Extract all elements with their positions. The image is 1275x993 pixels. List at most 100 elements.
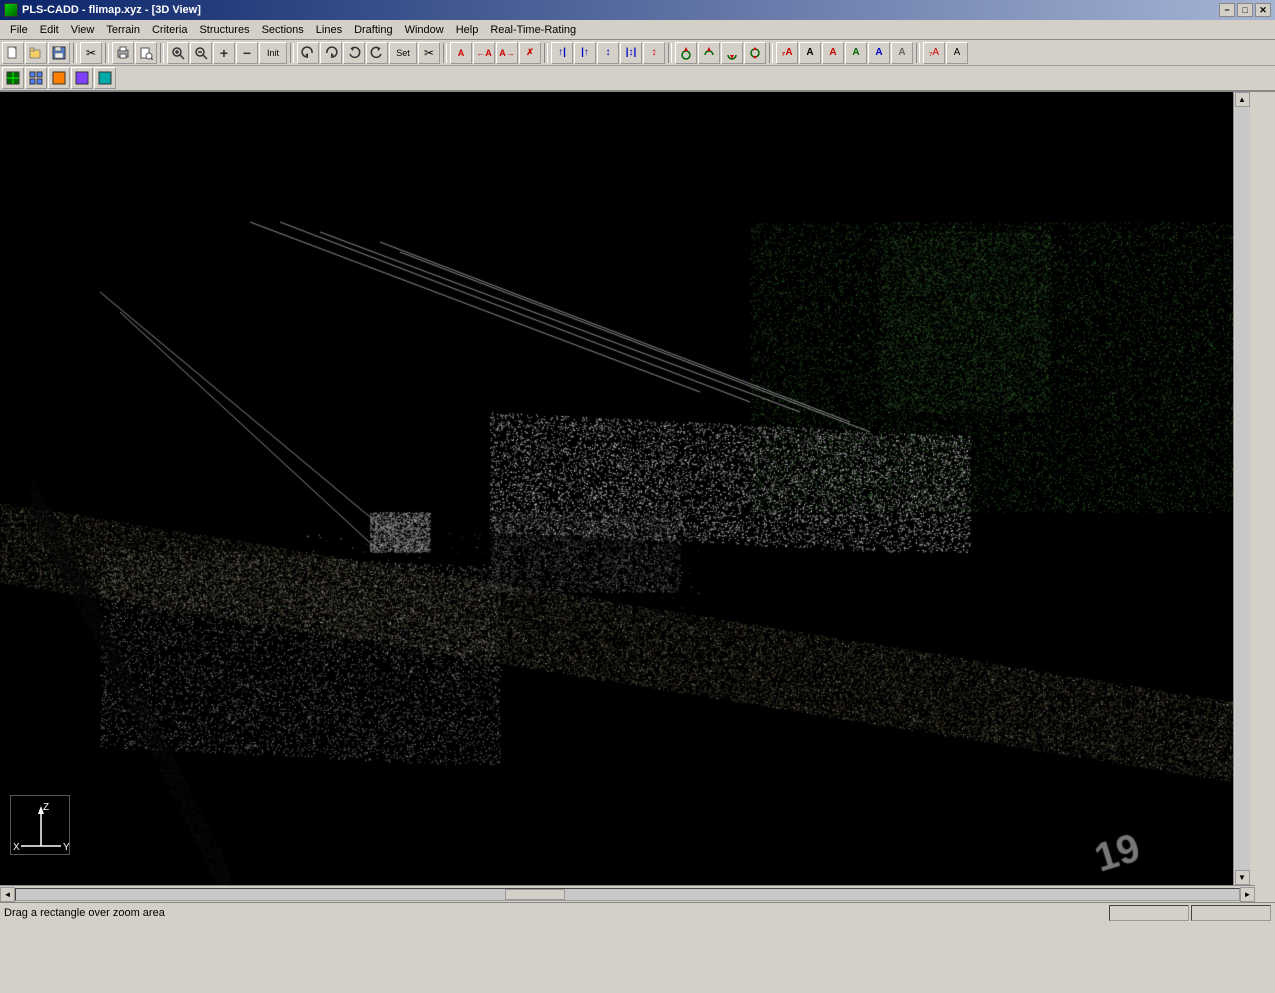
- hscroll-left-button[interactable]: ◄: [0, 887, 15, 902]
- text-tool-1[interactable]: A: [450, 42, 472, 64]
- menu-structures[interactable]: Structures: [193, 22, 255, 38]
- scissors2-icon: ✂: [424, 46, 434, 60]
- text-a4[interactable]: A: [845, 42, 867, 64]
- menu-sections[interactable]: Sections: [256, 22, 310, 38]
- rotate-ccw-button[interactable]: [366, 42, 388, 64]
- scroll-down-button[interactable]: ▼: [1235, 870, 1250, 885]
- save-icon: [52, 46, 66, 60]
- hscroll-track[interactable]: [15, 888, 1240, 901]
- menu-edit[interactable]: Edit: [34, 22, 65, 38]
- print-preview-button[interactable]: [135, 42, 157, 64]
- zoom-minus-button[interactable]: −: [236, 42, 258, 64]
- minus-icon: −: [243, 45, 251, 61]
- circle-tool-2[interactable]: [698, 42, 720, 64]
- menu-file[interactable]: File: [4, 22, 34, 38]
- close-button[interactable]: ✕: [1255, 3, 1271, 17]
- plus-icon: +: [220, 45, 228, 61]
- rotate-cw-button[interactable]: [343, 42, 365, 64]
- separator: [160, 43, 164, 63]
- maximize-button[interactable]: □: [1237, 3, 1253, 17]
- status-panel-1: [1109, 905, 1189, 921]
- set-button[interactable]: Set: [389, 42, 417, 64]
- svg-text:Y: Y: [63, 842, 70, 853]
- text-a2[interactable]: A: [799, 42, 821, 64]
- circle4-icon: [748, 46, 762, 60]
- status-right: [1109, 905, 1271, 921]
- open-icon: [29, 46, 43, 60]
- text-a1[interactable]: ₇A: [776, 42, 798, 64]
- arrow4-icon: |↕|: [626, 47, 637, 58]
- text-a6[interactable]: A: [891, 42, 913, 64]
- zoom-out-icon: [194, 46, 208, 60]
- zoom-in-button[interactable]: [167, 42, 189, 64]
- arrow-tool-4[interactable]: |↕|: [620, 42, 642, 64]
- rotate-right-button[interactable]: [320, 42, 342, 64]
- view-btn4[interactable]: [71, 67, 93, 89]
- view-btn2[interactable]: [25, 67, 47, 89]
- save-button[interactable]: [48, 42, 70, 64]
- zoom-init-button[interactable]: Init: [259, 42, 287, 64]
- axis-svg: Z X Y: [11, 796, 71, 856]
- print-button[interactable]: [112, 42, 134, 64]
- scroll-up-button[interactable]: ▲: [1235, 92, 1250, 107]
- hscroll-thumb[interactable]: [505, 889, 565, 900]
- zoom-out-button[interactable]: [190, 42, 212, 64]
- text-tool-2[interactable]: ←A: [473, 42, 495, 64]
- vertical-scrollbar[interactable]: ▲ ▼: [1233, 92, 1250, 885]
- circle-tool-3[interactable]: [721, 42, 743, 64]
- scroll-track[interactable]: [1235, 107, 1250, 870]
- zoom-init-icon: Init: [267, 48, 279, 58]
- menu-terrain[interactable]: Terrain: [100, 22, 146, 38]
- text-a5[interactable]: A: [868, 42, 890, 64]
- text-sub2[interactable]: A: [946, 42, 968, 64]
- app-icon: [4, 3, 18, 17]
- view-btn5[interactable]: [94, 67, 116, 89]
- separator: [668, 43, 672, 63]
- window-title: PLS-CADD - flimap.xyz - [3D View]: [22, 4, 201, 16]
- menu-criteria[interactable]: Criteria: [146, 22, 193, 38]
- menu-realtime[interactable]: Real-Time-Rating: [484, 22, 582, 38]
- text-sub1[interactable]: ₇A: [923, 42, 945, 64]
- menu-view[interactable]: View: [65, 22, 101, 38]
- menu-window[interactable]: Window: [399, 22, 450, 38]
- arrow-tool-3[interactable]: ↕: [597, 42, 619, 64]
- menu-lines[interactable]: Lines: [310, 22, 348, 38]
- arrow3-icon: ↕: [606, 47, 611, 58]
- arrow2-icon: |↑: [581, 47, 589, 58]
- circle3-icon: [725, 46, 739, 60]
- arrow-tool-5[interactable]: ↕: [643, 42, 665, 64]
- text-sub1-icon: ₇A: [929, 47, 939, 58]
- menu-drafting[interactable]: Drafting: [348, 22, 399, 38]
- zoom-cross-button[interactable]: +: [213, 42, 235, 64]
- view-btn3[interactable]: [48, 67, 70, 89]
- hscroll-right-button[interactable]: ►: [1240, 887, 1255, 902]
- arrow-tool-2[interactable]: |↑: [574, 42, 596, 64]
- status-panel-2: [1191, 905, 1271, 921]
- status-message: Drag a rectangle over zoom area: [4, 907, 165, 919]
- rotate-left-icon: [301, 46, 315, 60]
- text-a3-icon: A: [829, 47, 836, 58]
- text-a2-icon: A: [806, 47, 813, 58]
- text-a3[interactable]: A: [822, 42, 844, 64]
- minimize-button[interactable]: −: [1219, 3, 1235, 17]
- circle-tool-1[interactable]: [675, 42, 697, 64]
- separator: [73, 43, 77, 63]
- view3-icon: [52, 71, 66, 85]
- rotate-left-button[interactable]: [297, 42, 319, 64]
- text-tool-3[interactable]: A→: [496, 42, 518, 64]
- circle1-icon: [679, 46, 693, 60]
- 3d-viewport[interactable]: Z X Y: [0, 92, 1233, 885]
- text-tool-4[interactable]: ✗: [519, 42, 541, 64]
- new-button[interactable]: [2, 42, 24, 64]
- horizontal-scrollbar[interactable]: ◄ ►: [0, 885, 1255, 902]
- arrow-tool-1[interactable]: ↑|: [551, 42, 573, 64]
- text-a6-icon: A: [898, 47, 905, 58]
- svg-text:X: X: [13, 842, 20, 853]
- circle-tool-4[interactable]: [744, 42, 766, 64]
- cut-button[interactable]: ✂: [80, 42, 102, 64]
- menu-help[interactable]: Help: [450, 22, 485, 38]
- toolbar-row1: ✂ + −: [0, 40, 1275, 66]
- view-btn1[interactable]: [2, 67, 24, 89]
- scissors2-button[interactable]: ✂: [418, 42, 440, 64]
- open-button[interactable]: [25, 42, 47, 64]
